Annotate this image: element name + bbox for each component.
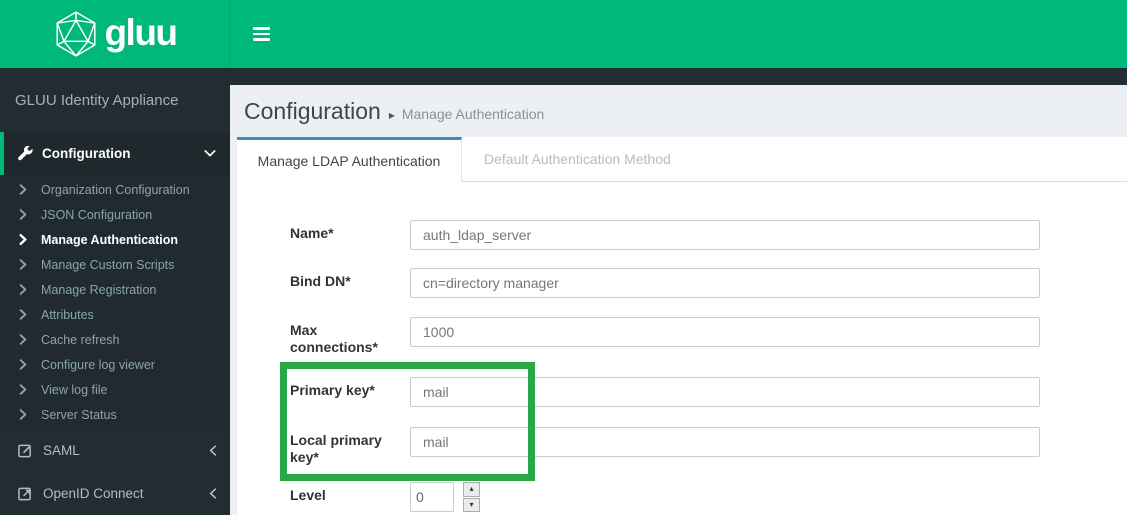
wrench-icon [18,146,33,161]
primary-key-field-label: Primary key* [290,382,375,398]
external-link-square-icon [18,486,33,501]
level-spinner: ▴ ▾ [463,482,480,512]
top-header: gluu [0,0,1127,68]
chevron-right-icon [19,184,28,195]
tab-default-authentication-method[interactable]: Default Authentication Method [462,151,671,167]
tab-bar-rest: Default Authentication Method [462,137,1127,182]
tab-bar: Manage LDAP Authentication Default Authe… [237,137,1127,182]
gluu-polyhedron-icon [52,10,100,58]
chevron-right-icon [19,234,28,245]
chevron-down-icon [204,149,216,158]
form-row: Bind DN* [290,268,1040,298]
form-row: Primary key* [290,377,1040,407]
local-primary-key-field[interactable] [410,427,1040,457]
page-header: Configuration ▸ Manage Authentication [230,85,1127,137]
logo-text: gluu [104,11,178,53]
name-field-label: Name* [290,225,334,241]
breadcrumb-arrow-icon: ▸ [388,108,395,122]
chevron-right-icon [19,359,28,370]
chevron-right-icon [19,209,28,220]
sidebar-item-label: Cache refresh [41,332,120,347]
chevron-right-icon [19,334,28,345]
sidebar: GLUU Identity Appliance Configuration Or… [0,68,230,515]
level-field-label: Level [290,487,326,503]
sidebar-item-label: Configuration [42,146,131,161]
content-top-strip [230,68,1127,85]
sidebar-item-label: OpenID Connect [43,486,144,501]
tab-manage-ldap-authentication[interactable]: Manage LDAP Authentication [237,137,462,182]
sidebar-item-cache-refresh[interactable]: Cache refresh [0,327,230,352]
configuration-submenu: Organization Configuration JSON Configur… [0,175,230,429]
primary-key-field[interactable] [410,377,1040,407]
edit-square-icon [18,443,33,458]
sidebar-item-configuration[interactable]: Configuration [0,132,230,175]
top-navbar [230,0,1127,68]
sidebar-item-openid-connect[interactable]: OpenID Connect [0,472,230,515]
sidebar-item-label: Organization Configuration [41,182,190,197]
bind-dn-field-label: Bind DN* [290,273,351,289]
chevron-right-icon [19,384,28,395]
sidebar-item-manage-registration[interactable]: Manage Registration [0,277,230,302]
sidebar-item-configure-log-viewer[interactable]: Configure log viewer [0,352,230,377]
sidebar-item-label: Attributes [41,307,94,322]
breadcrumb: Manage Authentication [401,106,545,122]
sidebar-item-label: Manage Registration [41,282,157,297]
sidebar-item-view-log-file[interactable]: View log file [0,377,230,402]
gluu-admin-app: gluu GLUU Identity Appliance Configurati… [0,0,1127,515]
chevron-right-icon [19,409,28,420]
name-field[interactable] [410,220,1040,250]
sidebar-item-label: Configure log viewer [41,357,155,372]
max-connections-field[interactable] [410,317,1040,347]
sidebar-item-manage-custom-scripts[interactable]: Manage Custom Scripts [0,252,230,277]
level-field[interactable] [410,482,454,512]
form-row: Max connections* [290,317,1040,356]
sidebar-item-label: Server Status [41,407,117,422]
form-row: Name* [290,220,1040,250]
sidebar-item-label: JSON Configuration [41,207,153,222]
chevron-left-icon [209,445,217,456]
chevron-right-icon [19,309,28,320]
local-primary-key-field-label: Local primary key* [290,432,382,465]
form-row: Level ▴ ▾ [290,482,480,512]
page-title: Configuration [244,98,381,124]
sidebar-title: GLUU Identity Appliance [15,91,179,109]
sidebar-item-manage-authentication[interactable]: Manage Authentication [0,227,230,252]
bind-dn-field[interactable] [410,268,1040,298]
sidebar-item-label: Manage Custom Scripts [41,257,175,272]
sidebar-item-json-configuration[interactable]: JSON Configuration [0,202,230,227]
spinner-up-button[interactable]: ▴ [463,482,480,497]
gluu-logo[interactable]: gluu [0,0,230,68]
sidebar-item-label: Manage Authentication [41,232,179,247]
sidebar-item-label: View log file [41,382,108,397]
sidebar-item-attributes[interactable]: Attributes [0,302,230,327]
sidebar-item-saml[interactable]: SAML [0,429,230,472]
sidebar-item-label: SAML [43,443,80,458]
content-area: Configuration ▸ Manage Authentication Ma… [230,68,1127,515]
chevron-left-icon [209,488,217,499]
sidebar-item-organization-configuration[interactable]: Organization Configuration [0,177,230,202]
max-connections-field-label: Max connections* [290,322,378,355]
sidebar-item-server-status[interactable]: Server Status [0,402,230,427]
chevron-right-icon [19,259,28,270]
hamburger-menu-button[interactable] [253,27,271,41]
form-row: Local primary key* [290,427,1040,466]
chevron-right-icon [19,284,28,295]
spinner-down-button[interactable]: ▾ [463,497,480,512]
